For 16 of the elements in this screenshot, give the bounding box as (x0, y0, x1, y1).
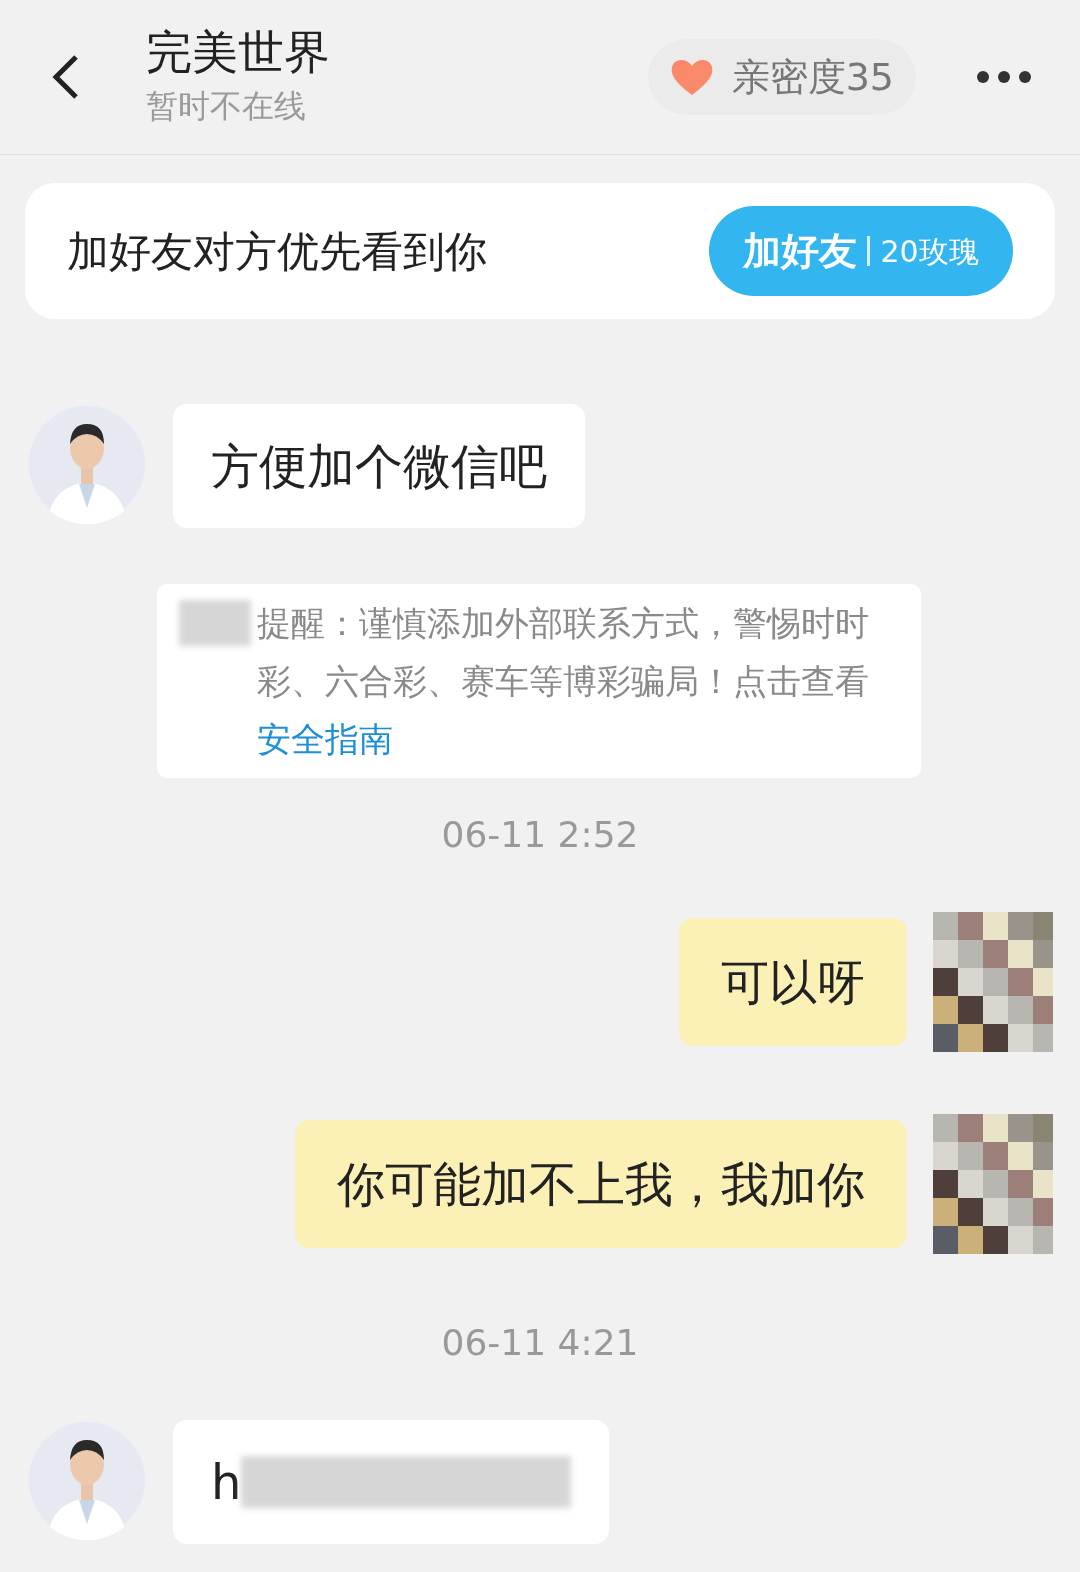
safety-guide-link[interactable]: 安全指南 (257, 719, 393, 759)
more-icon[interactable] (976, 70, 1032, 84)
message-text: 可以呀 (721, 953, 865, 1012)
notice-text: 提醒：谨慎添加外部联系方式，警惕时时彩、六合彩、赛车等博彩骗局！点击查看 (257, 603, 869, 701)
message-text: 方便加个微信吧 (211, 437, 547, 496)
timestamp: 06-11 2:52 (441, 813, 639, 857)
add-friend-button[interactable]: 加好友 20玫瑰 (709, 206, 1013, 296)
online-status: 暂时不在线 (146, 85, 307, 127)
intimacy-text: 亲密度35 (731, 53, 894, 101)
intimacy-badge[interactable]: 亲密度35 (647, 39, 916, 115)
message-text: h (211, 1453, 242, 1512)
message-text: 你可能加不上我，我加你 (337, 1155, 865, 1214)
chat-title: 完美世界 (146, 24, 330, 82)
heart-icon (669, 57, 714, 97)
timestamp: 06-11 4:21 (441, 1321, 639, 1365)
friend-hint: 加好友对方优先看到你 (67, 225, 487, 278)
